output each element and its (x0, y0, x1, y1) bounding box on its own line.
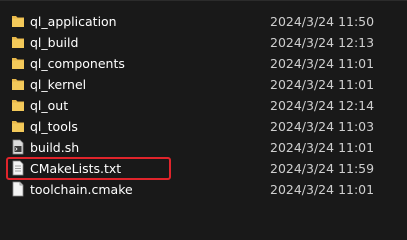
file-name: ql_components (30, 56, 125, 71)
file-modified-date: 2024/3/24 11:59 (270, 161, 375, 176)
file-modified-date: 2024/3/24 12:13 (270, 35, 375, 50)
file-modified-date: 2024/3/24 11:01 (270, 56, 375, 71)
file-modified-date: 2024/3/24 11:01 (270, 182, 375, 197)
file-row-ql-build[interactable]: ql_build 2024/3/24 12:13 (0, 32, 407, 53)
file-row-ql-components[interactable]: ql_components 2024/3/24 11:01 (0, 53, 407, 74)
file-row-ql-kernel[interactable]: ql_kernel 2024/3/24 11:01 (0, 74, 407, 95)
file-name: build.sh (30, 140, 80, 155)
file-row-ql-application[interactable]: ql_application 2024/3/24 11:50 (0, 11, 407, 32)
file-modified-date: 2024/3/24 11:01 (270, 77, 375, 92)
file-modified-date: 2024/3/24 12:14 (270, 98, 375, 113)
selection-highlight-box (6, 157, 171, 180)
file-modified-date: 2024/3/24 11:01 (270, 140, 375, 155)
file-row-build-sh[interactable]: build.sh 2024/3/24 11:01 (0, 137, 407, 158)
file-name: ql_kernel (30, 77, 87, 92)
file-name: toolchain.cmake (30, 182, 133, 197)
file-row-ql-tools[interactable]: ql_tools 2024/3/24 11:03 (0, 116, 407, 137)
folder-icon (12, 100, 24, 111)
folder-icon (12, 58, 24, 69)
file-icon (12, 181, 24, 197)
file-row-ql-out[interactable]: ql_out 2024/3/24 12:14 (0, 95, 407, 116)
top-divider (0, 0, 407, 1)
folder-icon (12, 16, 24, 27)
folder-icon (12, 121, 24, 132)
folder-icon (12, 79, 24, 90)
file-modified-date: 2024/3/24 11:50 (270, 14, 375, 29)
file-name: ql_out (30, 98, 69, 113)
file-name: ql_tools (30, 119, 78, 134)
shell-script-icon (12, 139, 24, 155)
file-name: ql_build (30, 35, 79, 50)
file-modified-date: 2024/3/24 11:03 (270, 119, 375, 134)
folder-icon (12, 37, 24, 48)
file-name: ql_application (30, 14, 117, 29)
file-row-toolchain-cmake[interactable]: toolchain.cmake 2024/3/24 11:01 (0, 179, 407, 200)
